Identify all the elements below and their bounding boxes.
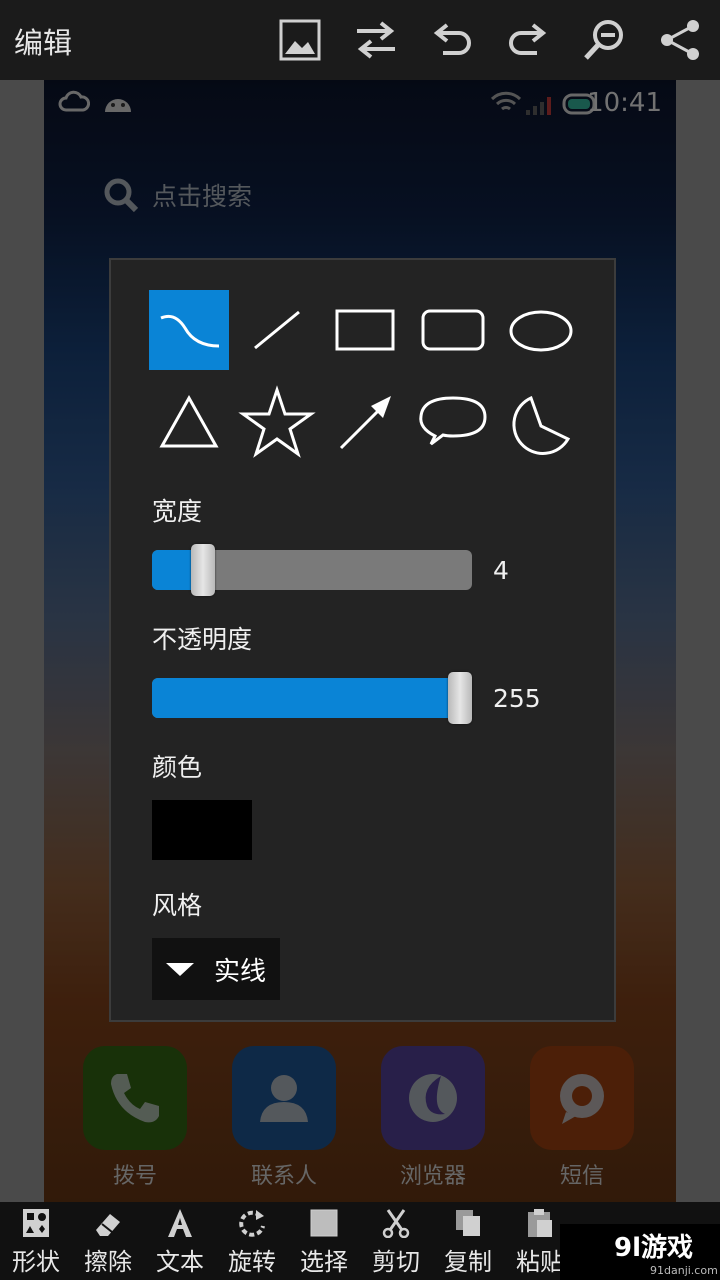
top-action-bar: 编辑 [0, 0, 720, 80]
shape-pie-button[interactable] [501, 384, 581, 464]
tool-erase-button[interactable]: 擦除 [73, 1202, 143, 1280]
image-icon [279, 19, 321, 61]
freehand-curve-icon [160, 314, 220, 348]
tool-label: 选择 [300, 1248, 348, 1276]
copy-icon [454, 1208, 482, 1238]
tool-shapes-button[interactable]: 形状 [1, 1202, 71, 1280]
star-icon [238, 385, 316, 458]
shape-star-button[interactable] [237, 384, 317, 464]
width-label: 宽度 [152, 497, 203, 526]
tool-rotate-button[interactable]: 旋转 [217, 1202, 287, 1280]
text-icon [166, 1208, 194, 1238]
pie-icon [512, 395, 571, 455]
shape-triangle-button[interactable] [149, 384, 229, 464]
opacity-value: 255 [493, 684, 541, 713]
opacity-slider[interactable] [152, 672, 472, 724]
style-label: 风格 [152, 891, 203, 920]
tool-select-button[interactable]: 选择 [289, 1202, 359, 1280]
tool-label: 复制 [444, 1248, 492, 1276]
undo-button[interactable] [426, 14, 478, 66]
page-title: 编辑 [14, 26, 73, 60]
color-label: 颜色 [152, 753, 203, 782]
share-icon [661, 20, 699, 60]
width-slider[interactable] [152, 544, 472, 596]
dropdown-arrow-icon [166, 962, 194, 976]
scissors-icon [382, 1208, 410, 1238]
tool-cut-button[interactable]: 剪切 [361, 1202, 431, 1280]
speech-bubble-icon [419, 396, 487, 446]
swap-button[interactable] [350, 14, 402, 66]
rectangle-icon [335, 309, 395, 351]
tool-label: 形状 [12, 1248, 60, 1276]
svg-text:9l游戏: 9l游戏 [614, 1233, 693, 1263]
tool-label: 剪切 [372, 1248, 420, 1276]
triangle-icon [159, 394, 219, 448]
rounded-rectangle-icon [421, 309, 485, 351]
swap-icon [357, 21, 395, 59]
rotate-icon [238, 1208, 266, 1238]
line-style-dropdown[interactable]: 实线 [152, 938, 280, 1000]
shape-rectangle-button[interactable] [325, 290, 405, 370]
shapes-icon [22, 1208, 50, 1238]
site-watermark-logo: 9l游戏 91danji.com [560, 1224, 720, 1280]
shape-speech-bubble-button[interactable] [413, 384, 493, 464]
opacity-slider-track [152, 678, 472, 718]
shape-arrow-button[interactable] [325, 384, 405, 464]
opacity-label: 不透明度 [152, 625, 253, 654]
line-icon [254, 310, 300, 350]
opacity-slider-thumb[interactable] [448, 672, 472, 724]
image-button[interactable] [274, 14, 326, 66]
tool-text-button[interactable]: 文本 [145, 1202, 215, 1280]
select-icon [310, 1208, 338, 1238]
shape-freehand-button[interactable] [149, 290, 229, 370]
tool-copy-button[interactable]: 复制 [433, 1202, 503, 1280]
redo-icon [509, 23, 547, 55]
arrow-icon [339, 396, 391, 450]
paste-icon [526, 1208, 554, 1238]
width-slider-thumb[interactable] [191, 544, 216, 596]
zoom-out-button[interactable] [578, 14, 630, 66]
svg-text:91danji.com: 91danji.com [650, 1264, 718, 1277]
share-button[interactable] [654, 14, 706, 66]
eraser-icon [94, 1208, 122, 1238]
ellipse-icon [509, 310, 573, 352]
shape-line-button[interactable] [237, 290, 317, 370]
shape-ellipse-button[interactable] [501, 290, 581, 370]
color-swatch-button[interactable] [152, 800, 252, 860]
shape-settings-dialog: 宽度 4 不透明度 255 颜色 风格 实线 [109, 258, 616, 1022]
redo-button[interactable] [502, 14, 554, 66]
tool-label: 文本 [156, 1248, 204, 1276]
tool-label: 擦除 [84, 1248, 132, 1276]
tool-label: 旋转 [228, 1248, 276, 1276]
undo-icon [433, 23, 471, 55]
zoom-out-icon [584, 20, 623, 60]
opacity-slider-fill [152, 678, 472, 718]
width-value: 4 [493, 556, 509, 585]
line-style-selected: 实线 [214, 956, 267, 987]
shape-rounded-rectangle-button[interactable] [413, 290, 493, 370]
